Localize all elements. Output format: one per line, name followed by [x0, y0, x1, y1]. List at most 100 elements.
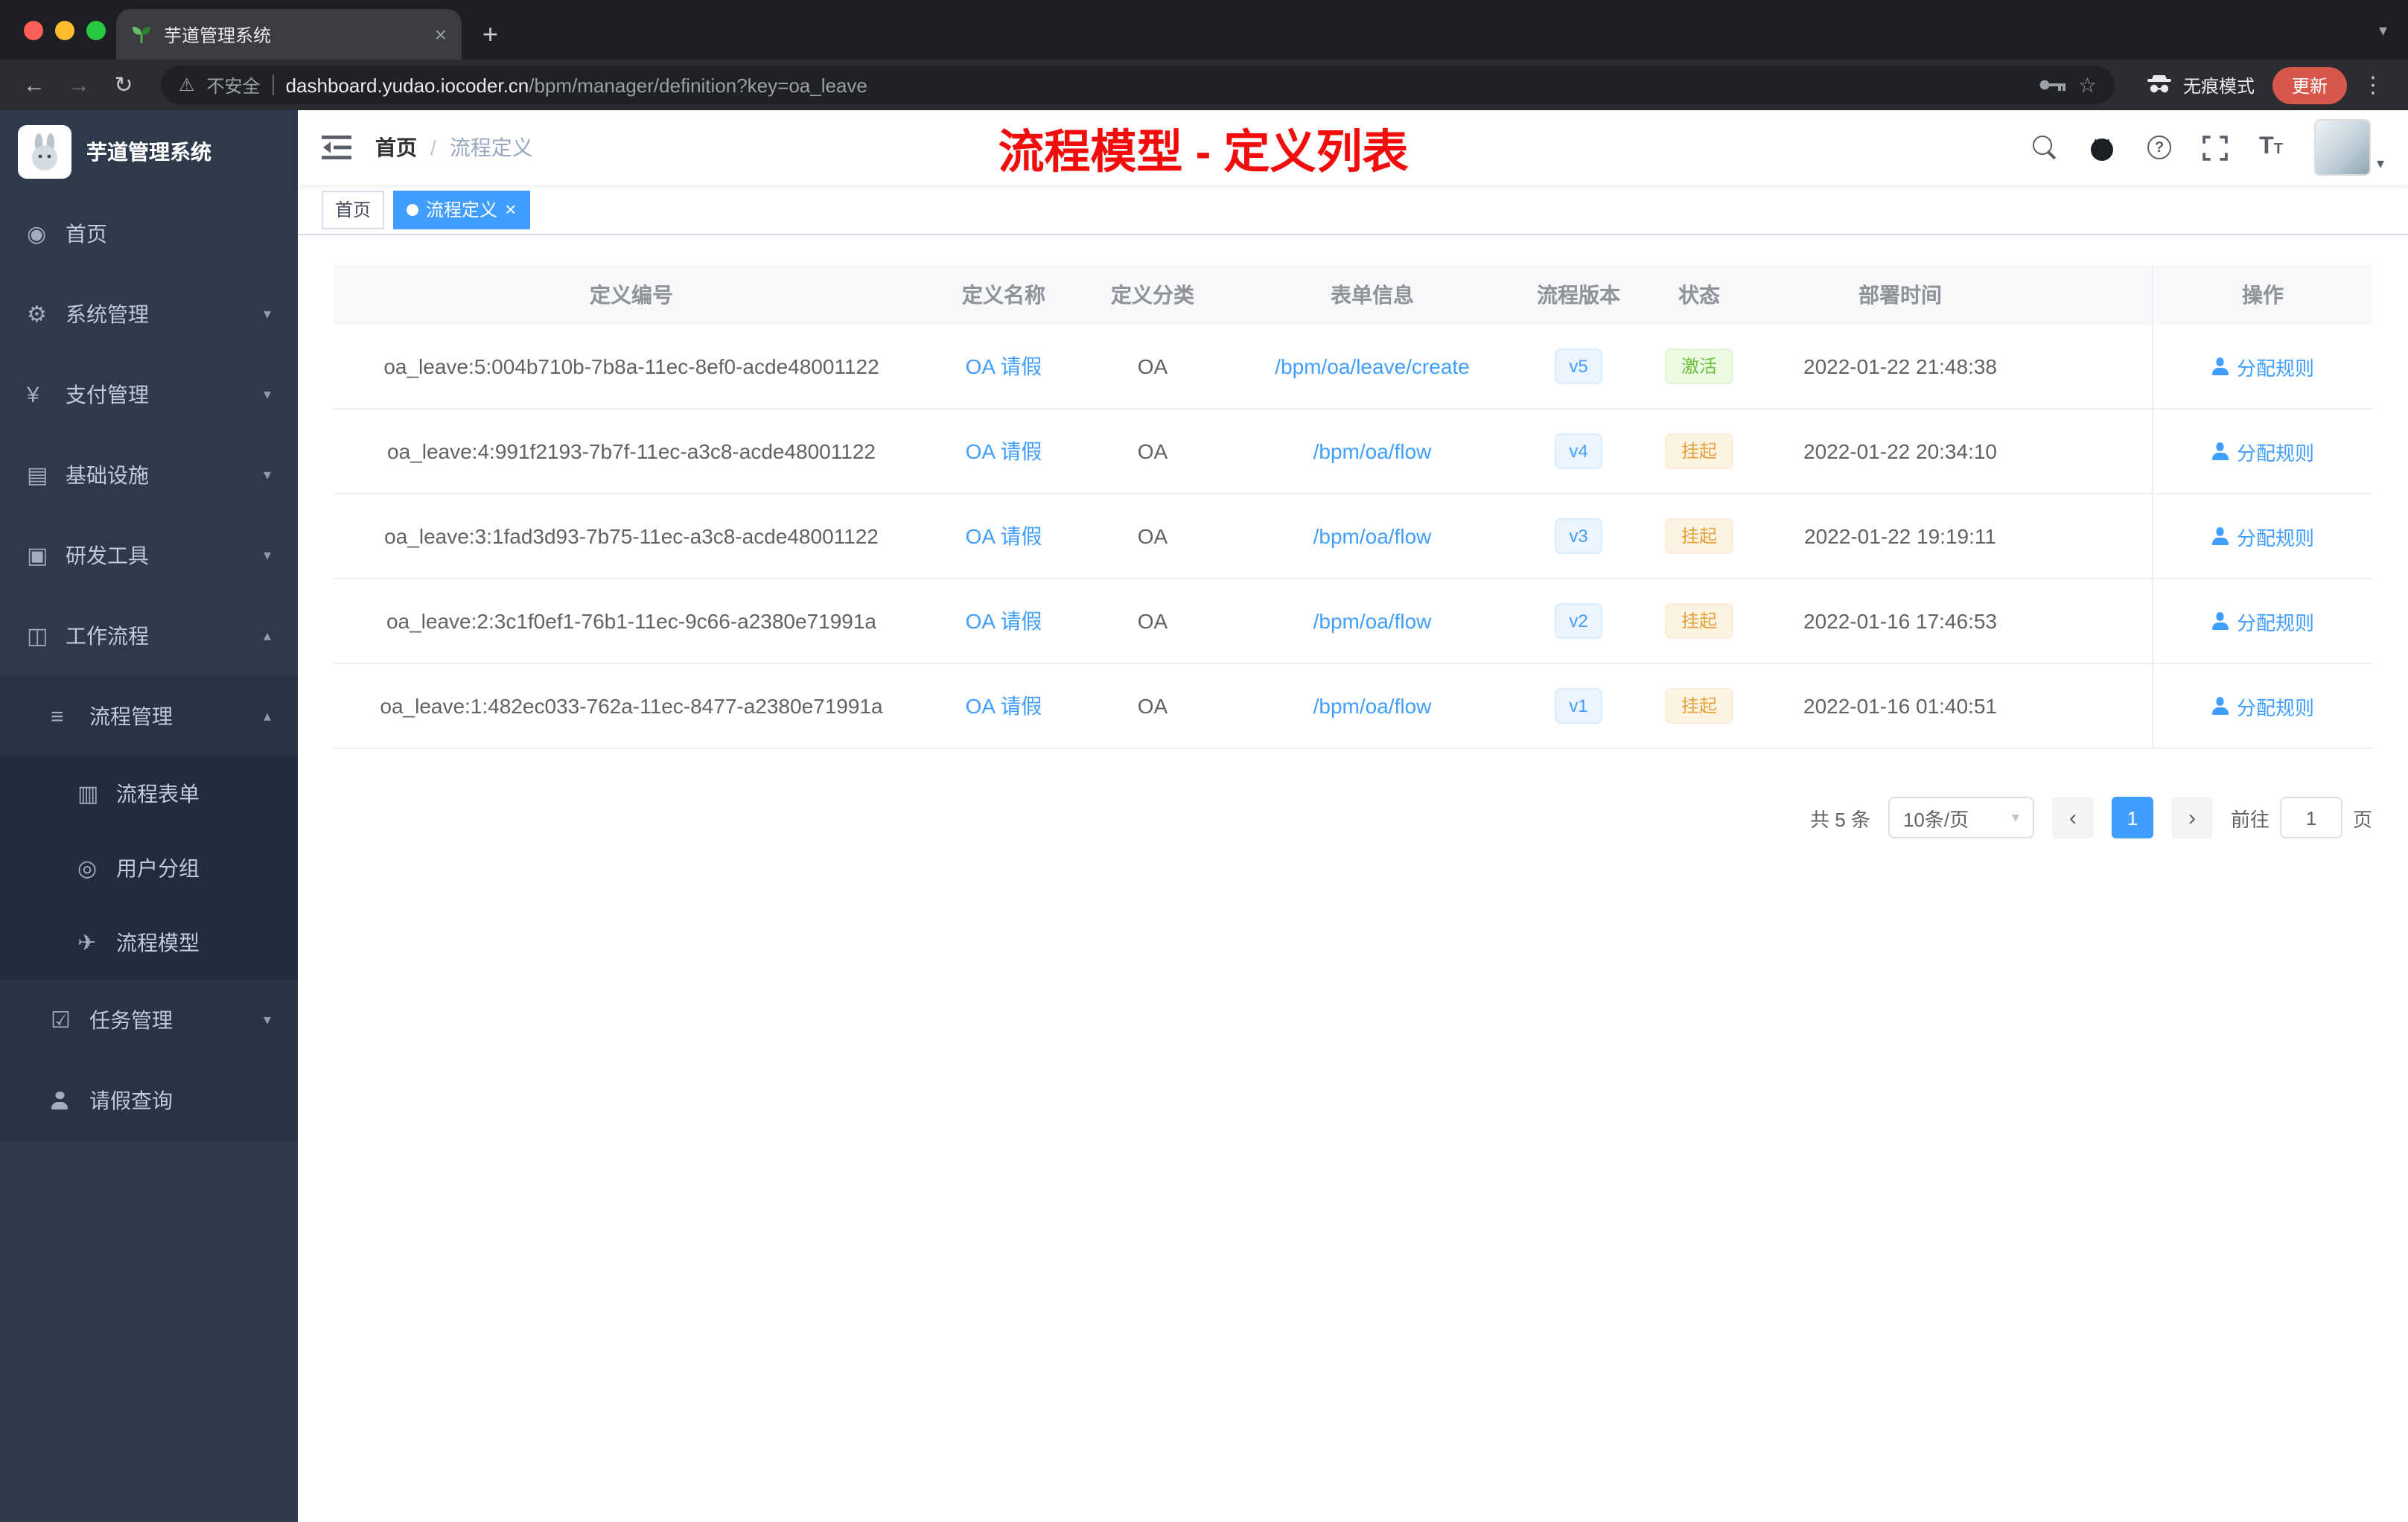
- gear-icon: ⚙: [27, 302, 47, 328]
- row-spacer: [2042, 664, 2152, 748]
- avatar[interactable]: [2313, 119, 2371, 176]
- user-avatar-wrap[interactable]: ▾: [2313, 119, 2384, 176]
- sidebar-item-devtools[interactable]: ▣ 研发工具 ▾: [0, 515, 298, 596]
- column-header: 部署时间: [1858, 283, 1942, 307]
- sidebar-item-task-management[interactable]: ☑ 任务管理 ▾: [0, 980, 298, 1060]
- sidebar-item-label: 流程模型: [116, 931, 200, 955]
- sidebar-item-label: 研发工具: [66, 544, 149, 567]
- top-navbar: 首页 / 流程定义 流程模型 - 定义列表 ? TT ▾: [298, 110, 2408, 185]
- breadcrumb-separator: /: [430, 136, 436, 159]
- browser-menu-icon[interactable]: ⋮: [2353, 71, 2393, 98]
- sidebar-item-process-form[interactable]: ▥ 流程表单: [0, 757, 298, 831]
- next-page-button[interactable]: ›: [2170, 797, 2213, 838]
- assign-rule-link[interactable]: 分配规则: [2211, 352, 2314, 380]
- sidebar-item-label: 首页: [66, 222, 107, 246]
- assign-rule-label: 分配规则: [2236, 611, 2314, 634]
- sidebar-item-workflow[interactable]: ◫ 工作流程 ▴: [0, 596, 298, 676]
- sidebar-item-label: 系统管理: [66, 302, 149, 326]
- version-badge: v3: [1554, 518, 1603, 554]
- password-key-icon[interactable]: [2039, 77, 2066, 92]
- form-link[interactable]: /bpm/oa/flow: [1313, 439, 1432, 463]
- goto-label: 前往: [2230, 808, 2270, 830]
- chevron-up-icon: ▴: [263, 708, 271, 725]
- document-icon: ▥: [77, 782, 99, 807]
- avatar-caret-icon: ▾: [2376, 156, 2384, 173]
- not-secure-warning-icon: ⚠: [179, 74, 195, 95]
- browser-update-button[interactable]: 更新: [2272, 66, 2347, 104]
- sidebar-logo: 芋道管理系统: [0, 110, 298, 194]
- page-number-button[interactable]: 1: [2111, 797, 2153, 838]
- table-row: oa_leave:2:3c1f0ef1-76b1-11ec-9c66-a2380…: [334, 579, 2372, 664]
- close-window-button[interactable]: [24, 21, 43, 40]
- tab-search-chevron-icon[interactable]: ▾: [2379, 21, 2387, 40]
- tag-label: 流程定义: [426, 200, 498, 220]
- chevron-down-icon: ▾: [263, 547, 271, 564]
- deploy-time: 2022-01-16 17:46:53: [1803, 609, 1997, 633]
- status-badge: 挂起: [1664, 688, 1733, 724]
- page-size-select[interactable]: 10条/页 ▾: [1888, 797, 2034, 838]
- new-tab-button[interactable]: +: [482, 21, 498, 48]
- assign-rule-link[interactable]: 分配规则: [2211, 522, 2314, 550]
- form-link[interactable]: /bpm/oa/flow: [1313, 524, 1432, 548]
- definition-name-link[interactable]: OA 请假: [966, 691, 1042, 721]
- version-badge: v4: [1554, 433, 1603, 469]
- status-badge: 挂起: [1664, 433, 1733, 469]
- minimize-window-button[interactable]: [55, 21, 74, 40]
- prev-page-button[interactable]: ‹: [2051, 797, 2094, 838]
- definition-name-link[interactable]: OA 请假: [966, 606, 1042, 636]
- url-text[interactable]: dashboard.yudao.iocoder.cn/bpm/manager/d…: [286, 74, 867, 96]
- form-link[interactable]: /bpm/oa/flow: [1313, 609, 1432, 633]
- sidebar-item-process-management[interactable]: ≡ 流程管理 ▴: [0, 676, 298, 757]
- person-icon: [2211, 357, 2229, 375]
- form-link[interactable]: /bpm/oa/leave/create: [1275, 354, 1470, 378]
- sidebar-item-system[interactable]: ⚙ 系统管理 ▾: [0, 274, 298, 354]
- definition-name-link[interactable]: OA 请假: [966, 521, 1042, 551]
- form-link[interactable]: /bpm/oa/flow: [1313, 694, 1432, 718]
- sidebar-fold-icon[interactable]: [322, 134, 351, 161]
- address-bar[interactable]: ⚠ 不安全 dashboard.yudao.iocoder.cn/bpm/man…: [161, 66, 2115, 104]
- person-icon: [2211, 612, 2229, 630]
- definition-name-link[interactable]: OA 请假: [966, 351, 1042, 381]
- briefcase-icon: ◫: [27, 624, 48, 649]
- assign-rule-link[interactable]: 分配规则: [2211, 607, 2314, 635]
- assign-rule-link[interactable]: 分配规则: [2211, 437, 2314, 465]
- sidebar-item-payment[interactable]: ¥ 支付管理 ▾: [0, 354, 298, 435]
- goto-page-input[interactable]: [2279, 797, 2342, 838]
- breadcrumb-home[interactable]: 首页: [375, 133, 417, 162]
- sidebar-item-infrastructure[interactable]: ▤ 基础设施 ▾: [0, 435, 298, 515]
- sidebar-item-user-group[interactable]: ◎ 用户分组: [0, 831, 298, 905]
- sidebar-item-home[interactable]: ◉ 首页: [0, 194, 298, 274]
- chevron-down-icon: ▾: [263, 306, 271, 322]
- column-header: 表单信息: [1331, 283, 1414, 307]
- reload-icon[interactable]: ↻: [104, 74, 143, 96]
- deploy-time: 2022-01-22 21:48:38: [1803, 354, 1997, 378]
- column-header: 操作: [2152, 265, 2372, 325]
- tag-close-icon[interactable]: ×: [505, 200, 516, 219]
- logo-rabbit-icon: [18, 125, 71, 179]
- forward-icon[interactable]: →: [60, 74, 98, 96]
- assign-rule-link[interactable]: 分配规则: [2211, 692, 2314, 720]
- tag-process-definition[interactable]: 流程定义 ×: [393, 190, 530, 229]
- deploy-time: 2022-01-22 19:19:11: [1804, 524, 1996, 548]
- sidebar-item-process-model[interactable]: ✈ 流程模型: [0, 905, 298, 980]
- pagination-total: 共 5 条: [1810, 808, 1870, 830]
- definition-name-link[interactable]: OA 请假: [966, 436, 1042, 466]
- font-size-icon[interactable]: TT: [2259, 135, 2283, 159]
- yen-icon: ¥: [27, 382, 39, 407]
- github-icon[interactable]: [2088, 133, 2116, 162]
- sidebar-item-leave-query[interactable]: 请假查询: [0, 1060, 298, 1141]
- definition-category: OA: [1137, 524, 1168, 548]
- security-label[interactable]: 不安全: [207, 72, 261, 98]
- sidebar-item-label: 支付管理: [66, 383, 149, 407]
- row-spacer: [2042, 410, 2152, 493]
- tag-home[interactable]: 首页: [322, 190, 385, 229]
- bookmark-star-icon[interactable]: ☆: [2078, 74, 2097, 95]
- zoom-window-button[interactable]: [86, 21, 106, 40]
- help-icon[interactable]: ?: [2147, 136, 2172, 159]
- search-icon[interactable]: [2033, 136, 2057, 159]
- fullscreen-icon[interactable]: [2202, 135, 2228, 160]
- back-icon[interactable]: ←: [15, 74, 54, 96]
- tab-close-icon[interactable]: ×: [435, 24, 447, 45]
- browser-tab[interactable]: 芋道管理系统 ×: [116, 9, 462, 60]
- sidebar-item-label: 工作流程: [66, 624, 149, 648]
